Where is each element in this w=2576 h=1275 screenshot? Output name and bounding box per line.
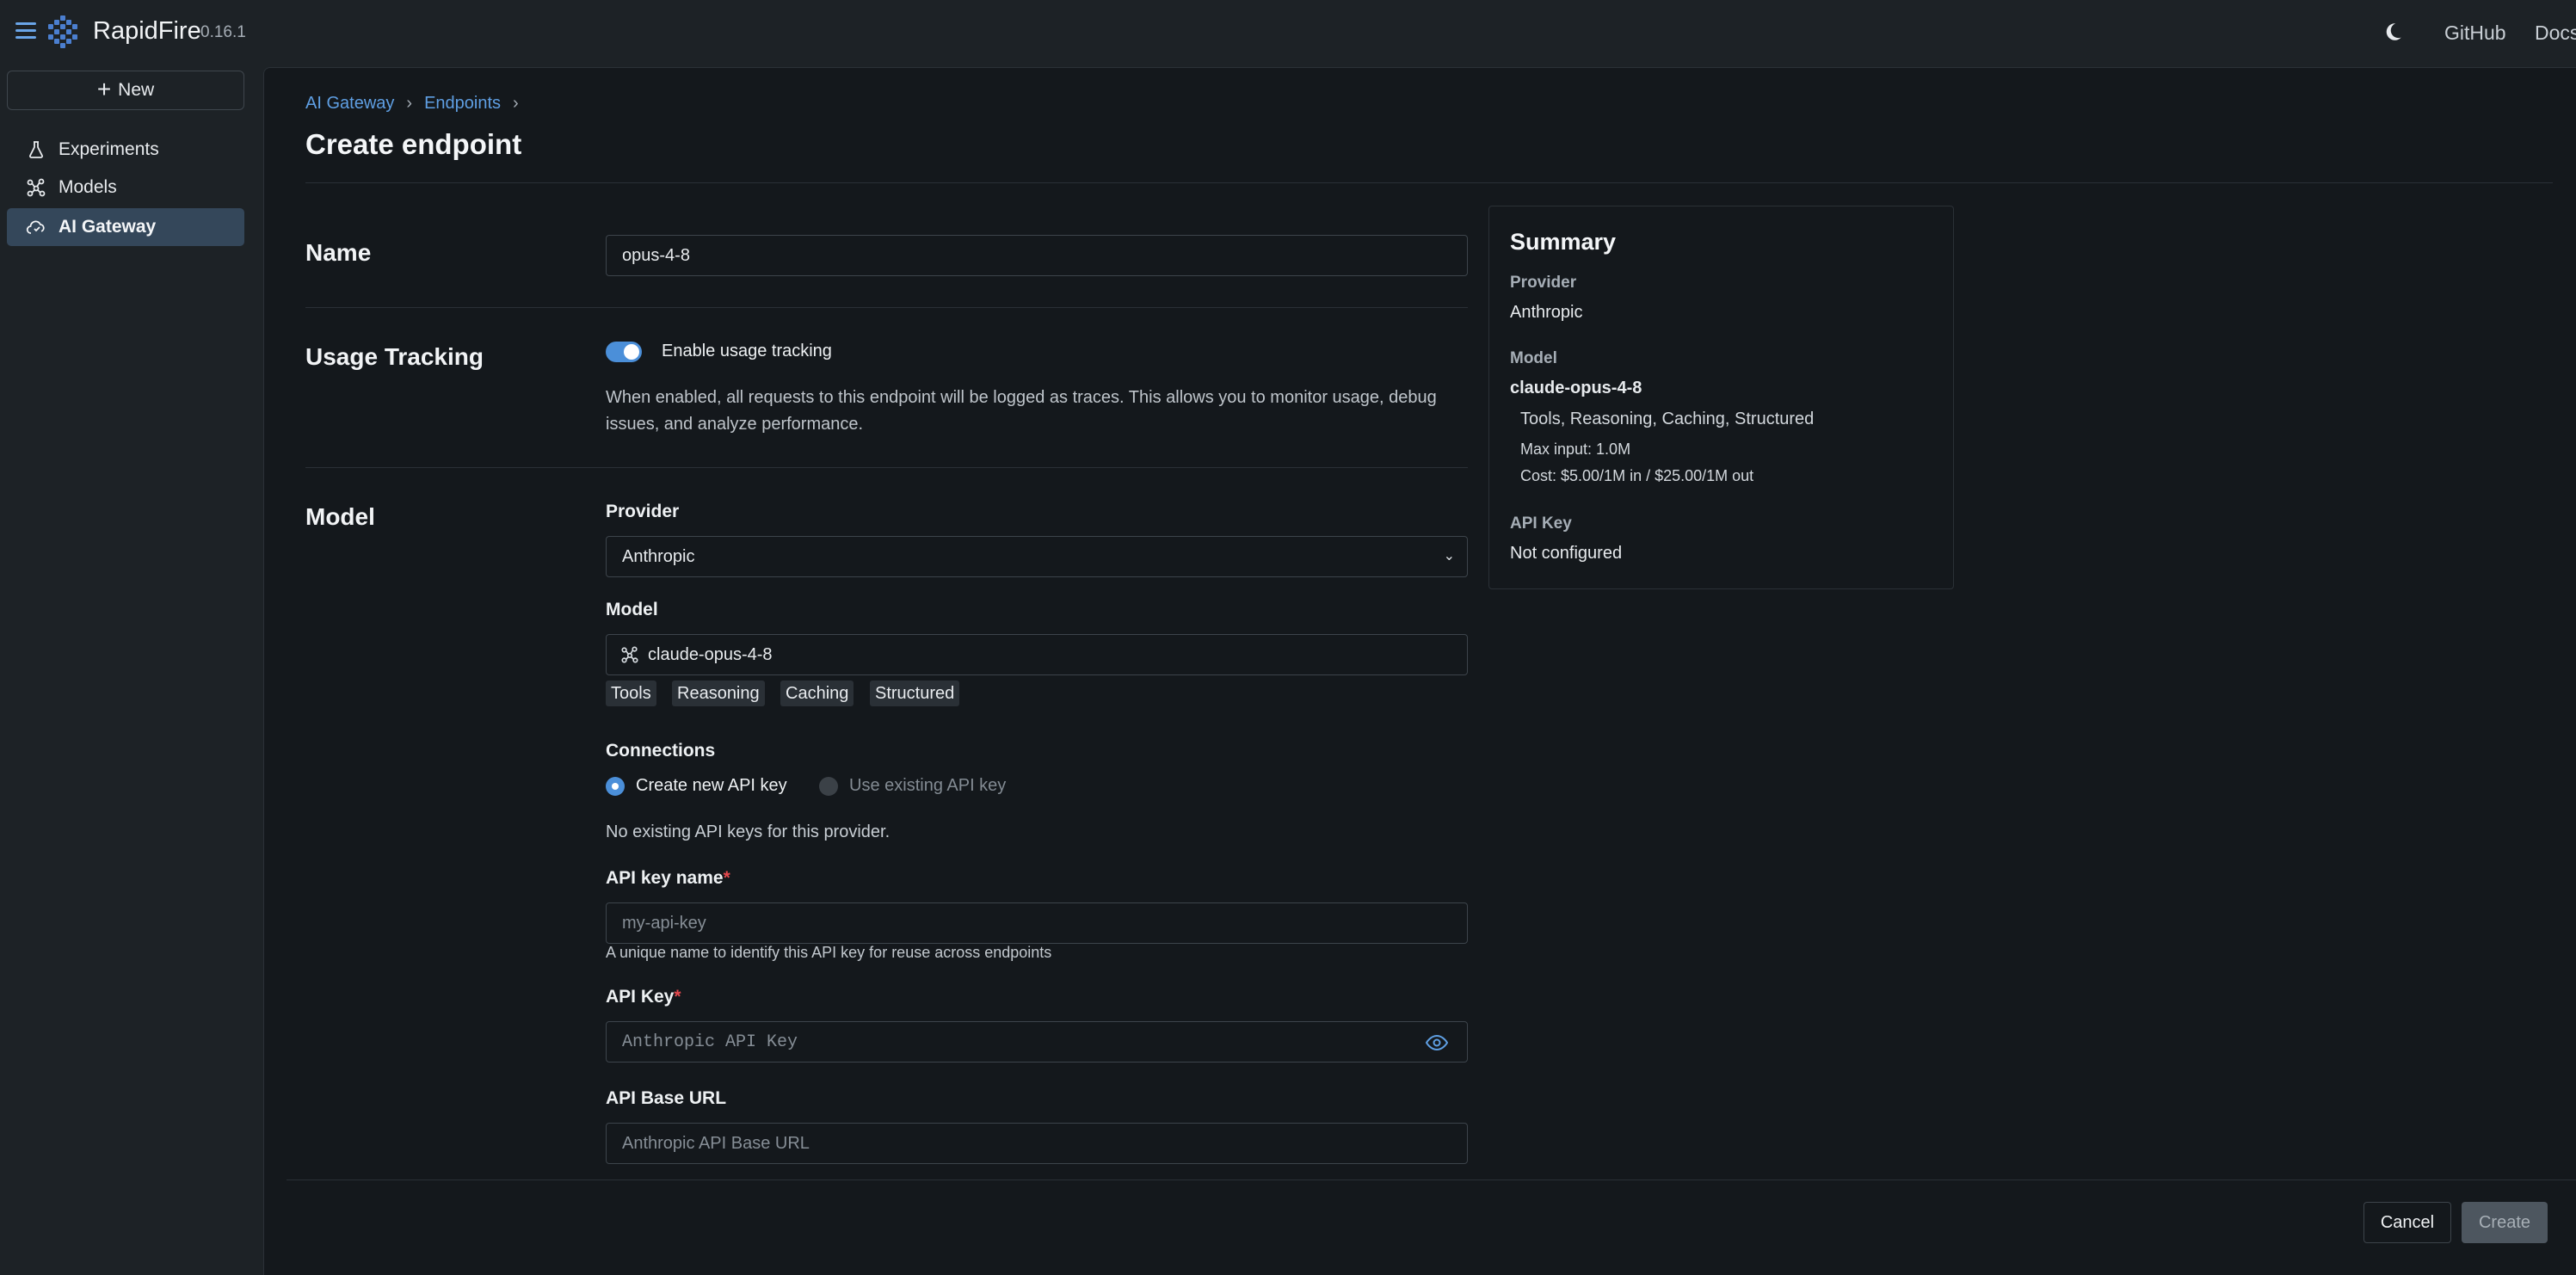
menu-icon[interactable] <box>15 22 36 43</box>
radio-use-existing-key-label: Use existing API key <box>849 776 1007 795</box>
model-label: Model <box>606 600 658 619</box>
radio-create-new-key-label: Create new API key <box>636 776 787 795</box>
gateway-icon <box>26 220 45 234</box>
summary-provider-label: Provider <box>1510 274 1577 292</box>
cancel-button[interactable]: Cancel <box>2363 1202 2451 1243</box>
section-model-title: Model <box>305 503 375 530</box>
moon-icon[interactable] <box>2382 21 2404 43</box>
breadcrumb-endpoints[interactable]: Endpoints <box>424 94 501 114</box>
summary-card: Summary Provider Anthropic Model claude-… <box>1488 206 1954 589</box>
radio-use-existing-key[interactable] <box>819 777 838 796</box>
no-keys-message: No existing API keys for this provider. <box>606 822 891 841</box>
api-key-name-hint: A unique name to identify this API key f… <box>606 944 1052 961</box>
page-title: Create endpoint <box>305 128 522 160</box>
section-name-title: Name <box>305 239 372 266</box>
api-key-name-label: API key name* <box>606 868 730 888</box>
sidebar-item-label: AI Gateway <box>59 217 157 237</box>
eye-icon[interactable] <box>1426 1034 1448 1051</box>
divider <box>305 467 1468 468</box>
tag-caching: Caching <box>780 681 854 706</box>
top-bar: RapidFire 0.16.1 GitHub Docs <box>0 0 2576 67</box>
api-key-name-input[interactable]: my-api-key <box>606 902 1468 944</box>
models-icon <box>27 178 46 197</box>
chevron-right-icon: › <box>406 94 413 113</box>
divider <box>305 182 2553 183</box>
sidebar: + New Experiments Models AI Gateway <box>0 67 263 1275</box>
sidebar-item-experiments[interactable]: Experiments <box>7 131 244 169</box>
summary-title: Summary <box>1510 229 1617 255</box>
summary-cost: Cost: $5.00/1M in / $25.00/1M out <box>1520 467 1754 484</box>
provider-select-value: Anthropic <box>622 546 695 566</box>
provider-label: Provider <box>606 502 680 521</box>
app-name: RapidFire <box>93 17 201 45</box>
provider-select[interactable]: Anthropic ⌄ <box>606 536 1468 577</box>
model-input[interactable]: claude-opus-4-8 <box>606 634 1468 675</box>
divider <box>305 307 1468 308</box>
summary-model-value: claude-opus-4-8 <box>1510 379 1642 397</box>
create-button[interactable]: Create <box>2462 1202 2548 1243</box>
main-panel: AI Gateway › Endpoints › Create endpoint… <box>263 67 2576 1275</box>
api-base-url-input[interactable]: Anthropic API Base URL <box>606 1123 1468 1164</box>
new-button[interactable]: + New <box>7 71 244 110</box>
rapidfire-logo-icon <box>48 15 77 48</box>
new-button-label: New <box>118 80 155 100</box>
summary-api-key-label: API Key <box>1510 514 1572 533</box>
app-version: 0.16.1 <box>200 23 246 41</box>
sidebar-item-models[interactable]: Models <box>7 169 244 206</box>
chevron-right-icon: › <box>513 94 519 113</box>
sidebar-item-label: Models <box>59 177 117 197</box>
connections-label: Connections <box>606 741 716 761</box>
summary-provider-value: Anthropic <box>1510 303 1583 322</box>
summary-max-input: Max input: 1.0M <box>1520 440 1631 458</box>
radio-create-new-key[interactable] <box>606 777 625 796</box>
api-key-label: API Key* <box>606 987 681 1007</box>
chevron-down-icon: ⌄ <box>1443 549 1455 564</box>
sidebar-item-ai-gateway[interactable]: AI Gateway <box>7 208 244 246</box>
breadcrumb: AI Gateway › Endpoints › <box>305 94 519 114</box>
api-key-placeholder: Anthropic API Key <box>622 1032 798 1052</box>
model-icon <box>621 646 638 663</box>
tag-reasoning: Reasoning <box>672 681 765 706</box>
tag-tools: Tools <box>606 681 656 706</box>
section-usage-title: Usage Tracking <box>305 343 484 370</box>
api-base-url-label: API Base URL <box>606 1088 727 1108</box>
summary-capabilities: Tools, Reasoning, Caching, Structured <box>1520 410 1815 428</box>
plus-icon: + <box>96 76 112 102</box>
github-link[interactable]: GitHub <box>2444 22 2506 45</box>
experiments-icon <box>29 141 43 158</box>
sidebar-item-label: Experiments <box>59 139 159 159</box>
usage-tracking-label: Enable usage tracking <box>662 342 832 360</box>
breadcrumb-ai-gateway[interactable]: AI Gateway <box>305 94 394 114</box>
api-key-input[interactable]: Anthropic API Key <box>606 1021 1468 1062</box>
docs-link[interactable]: Docs <box>2535 22 2576 45</box>
model-input-value: claude-opus-4-8 <box>648 644 773 664</box>
usage-tracking-toggle[interactable] <box>606 342 642 362</box>
summary-model-label: Model <box>1510 349 1557 367</box>
usage-tracking-description: When enabled, all requests to this endpo… <box>606 388 1437 434</box>
tag-structured: Structured <box>870 681 960 706</box>
name-input[interactable]: opus-4-8 <box>606 235 1468 276</box>
summary-api-key-value: Not configured <box>1510 544 1623 563</box>
